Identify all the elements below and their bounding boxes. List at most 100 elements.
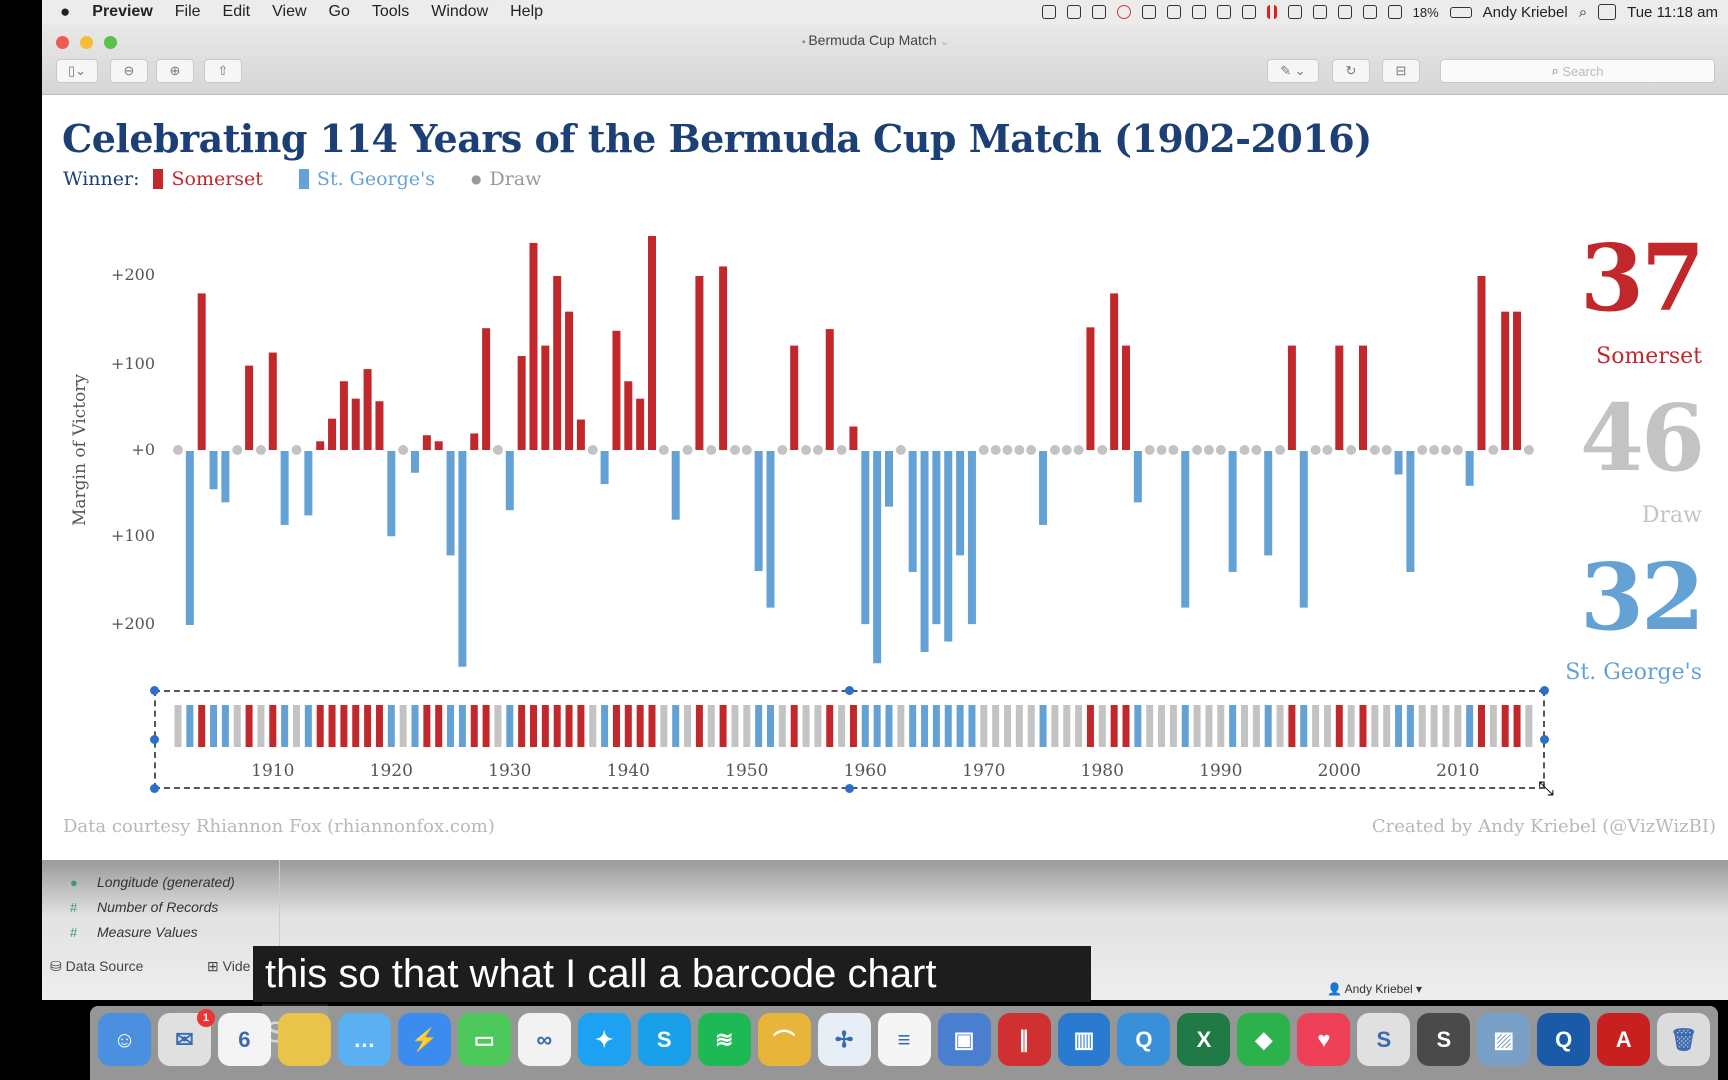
barcode-bar bbox=[1181, 705, 1189, 747]
draw-dot bbox=[232, 445, 243, 455]
reminders-icon[interactable]: ≡ bbox=[877, 1013, 931, 1066]
barcode-bar bbox=[210, 705, 218, 747]
barcode-bar bbox=[897, 705, 905, 747]
draw-dot bbox=[1203, 445, 1214, 455]
barcode-bar bbox=[778, 705, 786, 747]
barcode-bar bbox=[1454, 705, 1462, 747]
barcode-bar bbox=[1193, 705, 1201, 747]
skype-icon[interactable]: S bbox=[637, 1013, 691, 1066]
slack-icon[interactable]: S bbox=[1357, 1013, 1411, 1066]
barcode-bar bbox=[1406, 705, 1414, 747]
somerset-bar bbox=[351, 398, 360, 450]
somerset-bar bbox=[517, 356, 526, 450]
draw-dot bbox=[777, 445, 788, 455]
acrobat-icon[interactable]: A bbox=[1597, 1013, 1651, 1066]
barcode-bar bbox=[861, 705, 869, 747]
barcode-bar bbox=[530, 705, 537, 747]
tab-data-source[interactable]: ⛁ Data Source bbox=[50, 958, 143, 975]
sublime-icon[interactable]: S bbox=[1417, 1013, 1471, 1066]
tab-video-label: Vide bbox=[222, 958, 251, 974]
barcode-year-label: 1940 bbox=[607, 761, 650, 781]
barcode-bar bbox=[814, 705, 822, 747]
somerset-bar bbox=[1335, 345, 1344, 450]
keynote-icon[interactable]: ▣ bbox=[937, 1013, 991, 1066]
trello-icon[interactable]: ▥ bbox=[1057, 1013, 1111, 1066]
barcode-bar bbox=[826, 705, 834, 747]
user-menu[interactable]: 👤 Andy Kriebel ▾ bbox=[1327, 982, 1422, 996]
somerset-bar bbox=[268, 352, 277, 450]
barcode-bar bbox=[316, 705, 324, 747]
tab-video[interactable]: ⊞ Vide bbox=[207, 958, 250, 975]
pocket-icon[interactable]: ♥ bbox=[1297, 1013, 1351, 1066]
draw-dot bbox=[729, 445, 740, 455]
draw-dot bbox=[1215, 445, 1226, 455]
somerset-bar bbox=[612, 330, 621, 450]
barcode-bar bbox=[1264, 705, 1272, 747]
finder-icon[interactable]: ☺ bbox=[98, 1013, 151, 1066]
barcode-bar bbox=[636, 705, 644, 747]
barcode-year-label: 1990 bbox=[1199, 761, 1242, 781]
draw-dot bbox=[1440, 445, 1451, 455]
field-measure-values[interactable]: Measure Values bbox=[97, 924, 198, 940]
draw-dot bbox=[1144, 445, 1155, 455]
mail-icon[interactable]: ✉ 1 bbox=[157, 1009, 215, 1066]
spotify-icon[interactable]: ≋ bbox=[697, 1013, 751, 1066]
barcode-bar bbox=[1442, 705, 1450, 747]
draw-dot bbox=[1417, 445, 1428, 455]
barcode-bar bbox=[695, 705, 703, 747]
draw-dot bbox=[1523, 445, 1534, 455]
barcode-year-label: 1910 bbox=[251, 761, 294, 781]
trash-icon[interactable]: 🗑 bbox=[1657, 1013, 1711, 1066]
barcode-bar bbox=[1466, 705, 1474, 747]
somerset-bar bbox=[470, 433, 479, 450]
alfred-icon[interactable]: ⌒ bbox=[757, 1013, 811, 1066]
barcode-bar bbox=[1063, 705, 1071, 747]
somerset-bar bbox=[1477, 276, 1486, 450]
calendar-icon[interactable]: 6 bbox=[217, 1013, 271, 1066]
somerset-bar bbox=[197, 293, 206, 450]
barcode-bar bbox=[506, 705, 514, 747]
excel-icon[interactable]: X bbox=[1177, 1013, 1231, 1066]
draw-dot bbox=[1239, 445, 1250, 455]
barcode-bar bbox=[423, 705, 431, 747]
preview-icon[interactable]: ▨ bbox=[1477, 1013, 1531, 1066]
barcode-bar bbox=[755, 705, 763, 747]
barcode-bar bbox=[1051, 705, 1059, 747]
barcode-year-label: 1960 bbox=[844, 761, 887, 781]
somerset-bar bbox=[1086, 327, 1095, 450]
twitter-icon[interactable]: ✦ bbox=[577, 1013, 631, 1066]
field-number-of-records[interactable]: Number of Records bbox=[97, 899, 218, 915]
feedly-icon[interactable]: ◆ bbox=[1237, 1013, 1291, 1066]
somerset-bar bbox=[1287, 345, 1296, 450]
qlik-sense-icon[interactable]: Q bbox=[1537, 1013, 1591, 1066]
stgeorges-bar bbox=[754, 451, 763, 572]
barcode-bar bbox=[719, 705, 727, 747]
parallels-icon[interactable]: ∥ bbox=[997, 1013, 1051, 1066]
tableau-icon[interactable]: ✢ bbox=[817, 1013, 871, 1066]
stgeorges-bar bbox=[1181, 451, 1190, 608]
stgeorges-bar bbox=[1299, 451, 1308, 608]
stgeorges-bar bbox=[600, 451, 609, 485]
stgeorges-bar bbox=[932, 451, 941, 625]
messages-icon[interactable]: … bbox=[337, 1013, 391, 1066]
somerset-bar bbox=[624, 381, 633, 450]
imessage-icon[interactable]: ▭ bbox=[457, 1013, 511, 1066]
field-longitude[interactable]: Longitude (generated) bbox=[97, 874, 235, 890]
messenger-icon[interactable]: ⚡ bbox=[397, 1013, 451, 1066]
somerset-bar bbox=[1513, 311, 1522, 450]
draw-dot bbox=[1061, 445, 1072, 455]
barcode-bar bbox=[269, 705, 277, 747]
notification-badge: 1 bbox=[196, 1009, 215, 1027]
stgeorges-bar bbox=[671, 451, 680, 520]
stgeorges-bar bbox=[1394, 451, 1403, 475]
somerset-bar bbox=[316, 441, 325, 450]
creative-cloud-icon[interactable]: ∞ bbox=[517, 1013, 571, 1066]
qlik-icon[interactable]: Q bbox=[1117, 1013, 1171, 1066]
credit-author: Created by Andy Kriebel (@VizWizBI) bbox=[1371, 816, 1716, 837]
photos-icon[interactable] bbox=[277, 1013, 331, 1066]
barcode-bar bbox=[1312, 705, 1320, 747]
barcode-bar bbox=[1478, 705, 1485, 747]
barcode-bar bbox=[328, 705, 336, 747]
draw-dot bbox=[895, 445, 906, 455]
barcode-bar bbox=[1075, 705, 1083, 747]
